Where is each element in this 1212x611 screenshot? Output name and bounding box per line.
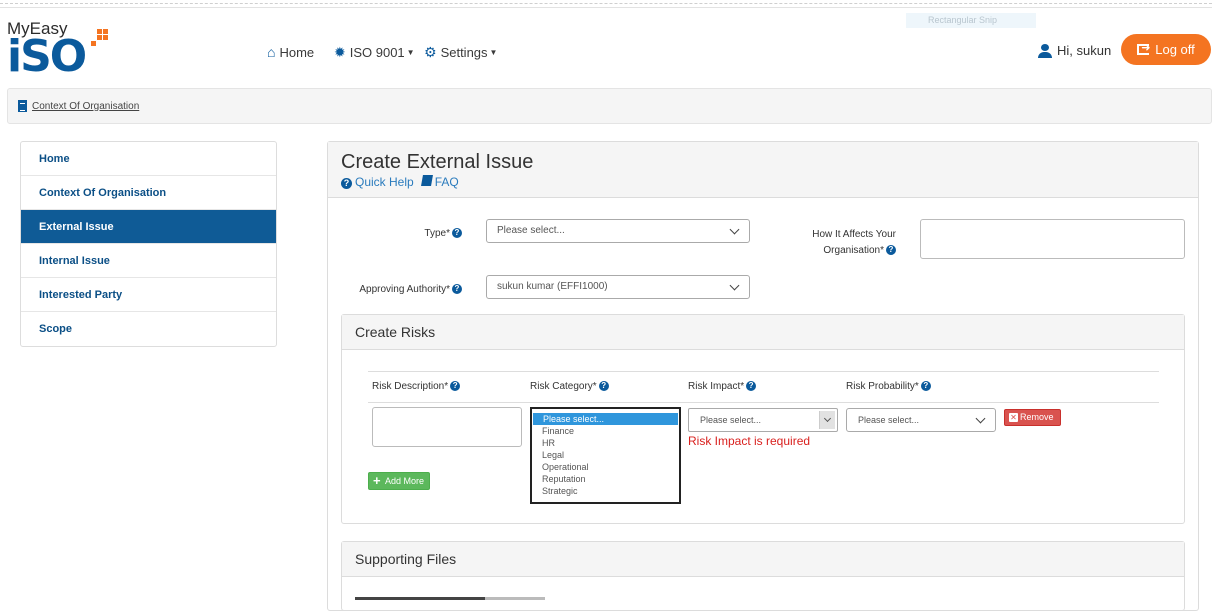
risk-probability-value: Please select... bbox=[858, 415, 920, 425]
sidebar-item-scope[interactable]: Scope bbox=[21, 312, 276, 346]
type-select-value: Please select... bbox=[497, 225, 565, 236]
sidebar-item-external-issue[interactable]: External Issue bbox=[21, 210, 276, 244]
affects-textarea[interactable] bbox=[920, 219, 1185, 259]
risk-category-option[interactable]: Reputation bbox=[532, 473, 679, 485]
question-icon[interactable]: ? bbox=[450, 381, 461, 391]
risk-category-option[interactable]: Finance bbox=[532, 425, 679, 437]
nav-home[interactable]: ⌂ Home bbox=[267, 43, 314, 61]
risk-impact-error: Risk Impact is required bbox=[688, 434, 811, 448]
risk-category-option[interactable]: HR bbox=[532, 437, 679, 449]
nav-iso-dropdown[interactable]: ✹ ISO 9001 ▼ bbox=[334, 43, 415, 61]
add-more-label: Add More bbox=[385, 476, 425, 486]
quick-help-link[interactable]: ? Quick Help bbox=[341, 175, 414, 189]
dropdown-arrow-icon[interactable] bbox=[819, 411, 835, 429]
chevron-down-icon bbox=[729, 280, 740, 291]
authority-select-value: sukun kumar (EFFI1000) bbox=[497, 281, 608, 292]
risk-category-header-text: Risk Category* bbox=[530, 381, 597, 392]
plus-icon: + bbox=[373, 473, 381, 488]
risk-category-header: Risk Category*? bbox=[530, 381, 609, 392]
risk-impact-select[interactable]: Please select... bbox=[688, 408, 838, 432]
screen-top-strip bbox=[0, 0, 1212, 8]
breadcrumb-link[interactable]: Context Of Organisation bbox=[18, 100, 139, 112]
risk-description-input[interactable] bbox=[372, 407, 522, 447]
nav-iso-label: ISO 9001 bbox=[349, 44, 405, 60]
risk-description-header: Risk Description*? bbox=[372, 381, 461, 392]
logoff-label: Log off bbox=[1155, 42, 1195, 57]
sidebar-menu: Home Context Of Organisation External Is… bbox=[20, 141, 277, 347]
add-more-button[interactable]: + Add More bbox=[368, 472, 430, 490]
sidebar-item-home[interactable]: Home bbox=[21, 142, 276, 176]
risk-category-option[interactable]: Strategic bbox=[532, 485, 679, 497]
type-label: Type*? bbox=[390, 228, 462, 239]
risk-impact-header-text: Risk Impact* bbox=[688, 381, 745, 392]
affects-label: How It Affects Your Organisation*? bbox=[780, 227, 896, 259]
supporting-files-panel: Supporting Files bbox=[341, 541, 1185, 611]
supporting-files-title: Supporting Files bbox=[342, 542, 1184, 577]
nav-home-label: Home bbox=[279, 44, 315, 60]
sidebar-item-interested-party[interactable]: Interested Party bbox=[21, 278, 276, 312]
authority-label: Approving Authority*? bbox=[340, 284, 462, 295]
help-links: ? Quick Help FAQ bbox=[341, 175, 459, 189]
chevron-down-icon bbox=[975, 413, 986, 424]
building-icon bbox=[18, 100, 27, 112]
faq-label: FAQ bbox=[434, 175, 459, 189]
caret-down-icon: ▼ bbox=[406, 47, 415, 57]
sign-out-icon bbox=[1137, 41, 1150, 55]
risk-probability-select[interactable]: Please select... bbox=[846, 408, 996, 432]
risk-description-header-text: Risk Description* bbox=[372, 381, 449, 392]
risk-impact-value: Please select... bbox=[700, 415, 762, 425]
home-icon: ⌂ bbox=[267, 44, 276, 60]
sidebar-item-context[interactable]: Context Of Organisation bbox=[21, 176, 276, 210]
affects-label-line2: Organisation* bbox=[823, 245, 884, 256]
risk-probability-header-text: Risk Probability* bbox=[846, 381, 919, 392]
gears-icon: ⚙ bbox=[424, 43, 437, 60]
create-risks-title: Create Risks bbox=[342, 315, 1184, 350]
caret-down-icon: ▼ bbox=[489, 47, 498, 57]
quick-help-label: Quick Help bbox=[355, 175, 414, 189]
chevron-down-icon bbox=[729, 224, 740, 235]
risk-category-listbox[interactable]: Please select... Finance HR Legal Operat… bbox=[530, 407, 681, 504]
type-select[interactable]: Please select... bbox=[486, 219, 750, 243]
user-greeting[interactable]: Hi, sukun bbox=[1038, 43, 1111, 58]
question-icon: ? bbox=[341, 178, 352, 189]
risk-table-header: Risk Description*? Risk Category*? Risk … bbox=[368, 371, 1159, 403]
faq-link[interactable]: FAQ bbox=[420, 175, 459, 189]
app-logo[interactable]: MyEasy iSO bbox=[7, 19, 109, 82]
certificate-icon: ✹ bbox=[334, 43, 346, 60]
breadcrumb: Context Of Organisation bbox=[7, 88, 1212, 124]
snip-overlay-label: Rectangular Snip bbox=[906, 13, 1036, 28]
authority-label-text: Approving Authority* bbox=[359, 284, 450, 295]
remove-risk-label: Remove bbox=[1020, 412, 1054, 422]
page-title: Create External Issue bbox=[341, 151, 534, 173]
nav-settings-label: Settings bbox=[440, 44, 488, 60]
sidebar-item-internal-issue[interactable]: Internal Issue bbox=[21, 244, 276, 278]
user-greeting-label: Hi, sukun bbox=[1057, 43, 1112, 58]
question-icon[interactable]: ? bbox=[452, 228, 462, 238]
user-icon bbox=[1038, 43, 1052, 58]
remove-risk-button[interactable]: ✕ Remove bbox=[1004, 409, 1061, 426]
risk-probability-header: Risk Probability*? bbox=[846, 381, 931, 392]
book-icon bbox=[420, 175, 433, 186]
nav-settings-dropdown[interactable]: ⚙ Settings ▼ bbox=[424, 43, 497, 61]
breadcrumb-label: Context Of Organisation bbox=[32, 100, 140, 112]
authority-select[interactable]: sukun kumar (EFFI1000) bbox=[486, 275, 750, 299]
question-icon[interactable]: ? bbox=[886, 245, 896, 255]
panel-header: Create External Issue ? Quick Help FAQ bbox=[328, 142, 1198, 198]
logo-dots-icon bbox=[91, 29, 109, 47]
question-icon[interactable]: ? bbox=[598, 381, 609, 391]
logo-text-main: iSO bbox=[7, 31, 87, 82]
risk-impact-header: Risk Impact*? bbox=[688, 381, 757, 392]
question-icon[interactable]: ? bbox=[920, 381, 931, 391]
risk-category-option[interactable]: Legal bbox=[532, 449, 679, 461]
close-icon: ✕ bbox=[1009, 413, 1018, 422]
affects-label-line1: How It Affects Your bbox=[812, 229, 896, 240]
type-label-text: Type* bbox=[424, 228, 450, 239]
risk-category-option[interactable]: Please select... bbox=[533, 413, 678, 425]
question-icon[interactable]: ? bbox=[746, 381, 757, 391]
risk-category-option[interactable]: Operational bbox=[532, 461, 679, 473]
question-icon[interactable]: ? bbox=[452, 284, 462, 294]
logoff-button[interactable]: Log off bbox=[1121, 34, 1211, 65]
